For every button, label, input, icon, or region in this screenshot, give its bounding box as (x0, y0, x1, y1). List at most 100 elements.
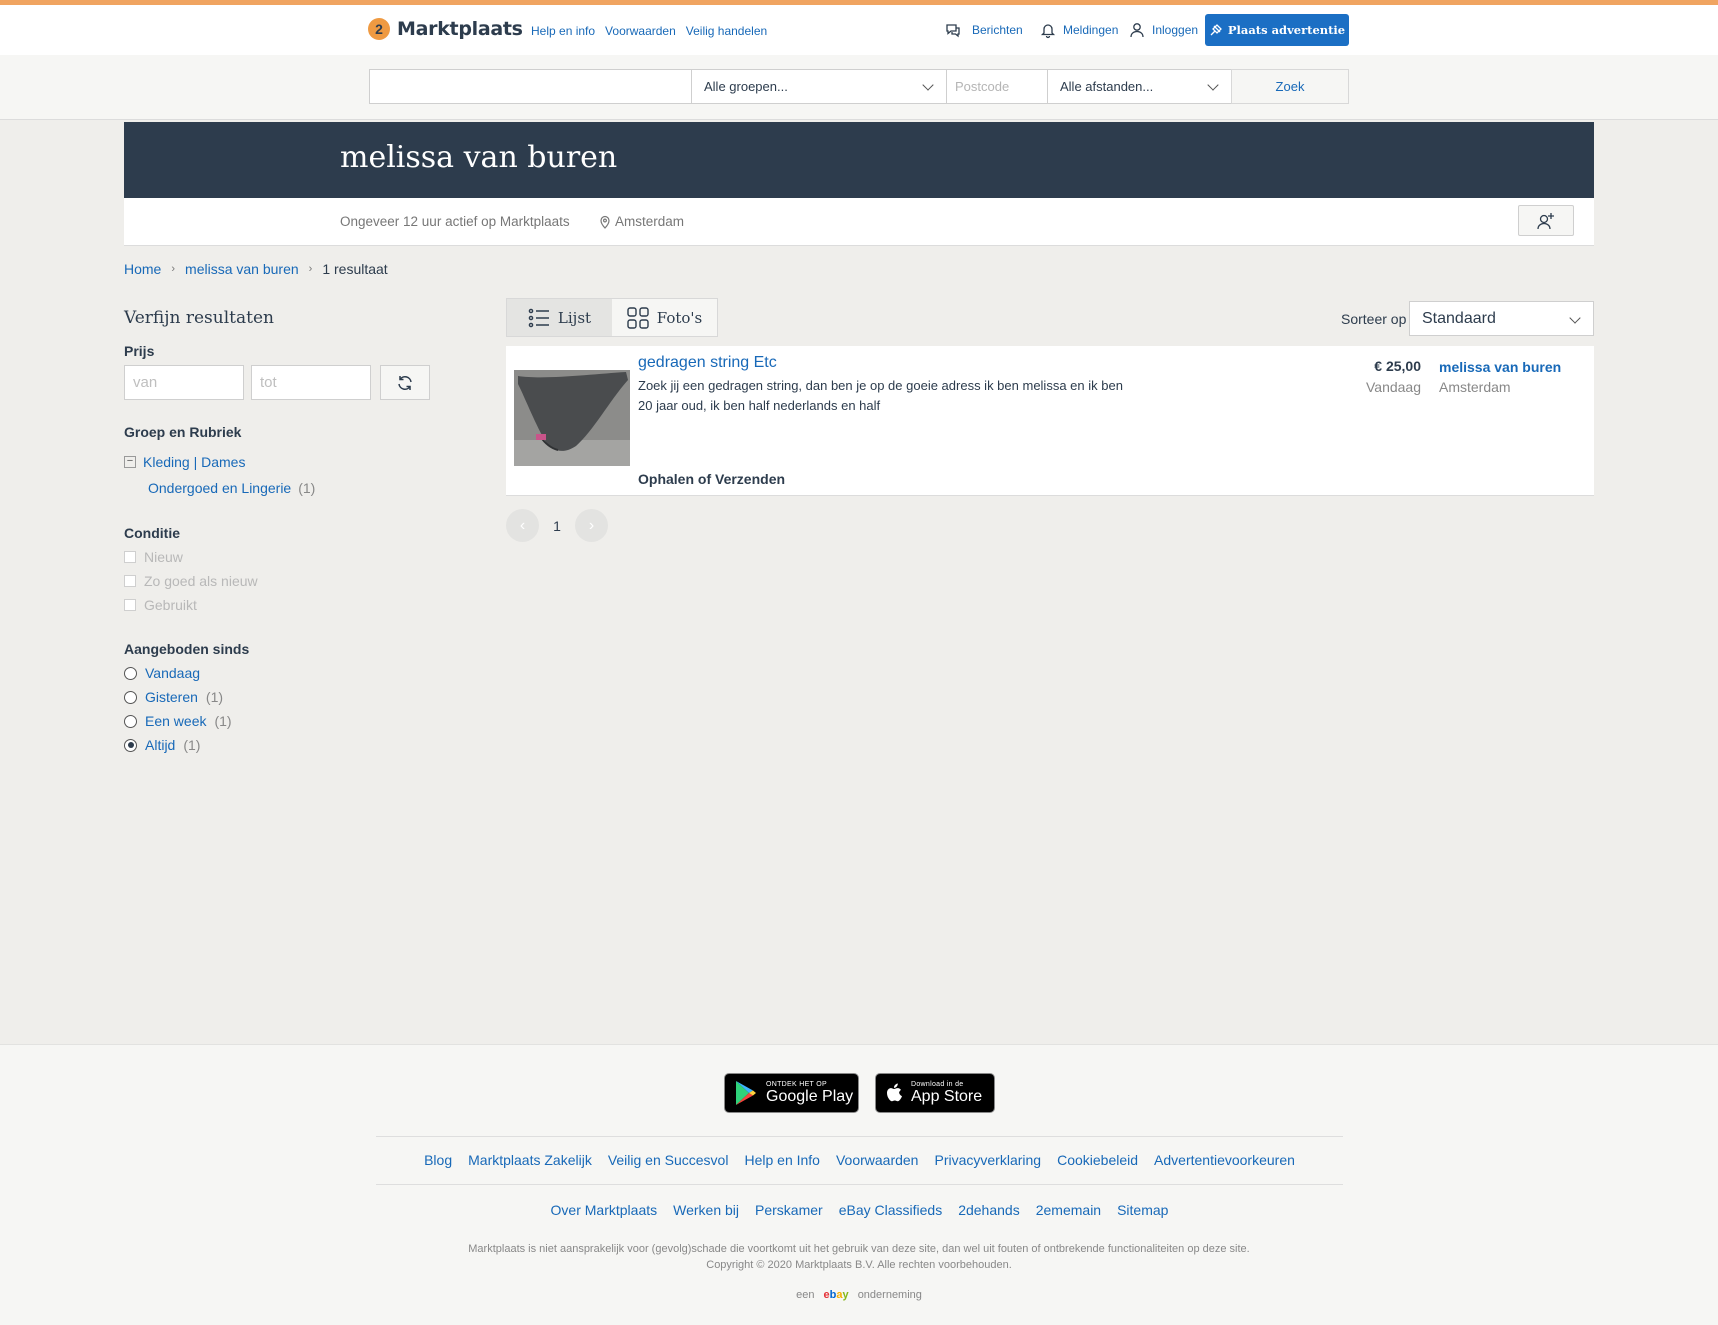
meldingen-link[interactable]: Meldingen (1039, 21, 1118, 39)
footer-link[interactable]: 2ememain (1036, 1202, 1101, 1218)
filter-sidebar: Verfijn resultaten Prijs van tot Groep e… (124, 308, 444, 757)
subcategory-row[interactable]: Ondergoed en Lingerie (1) (124, 475, 444, 501)
radio-button-selected[interactable] (124, 738, 137, 752)
next-page-button[interactable]: › (575, 509, 608, 542)
plaats-advertentie-button[interactable]: Plaats advertentie (1205, 14, 1349, 46)
since-option[interactable]: Gisteren (1) (124, 685, 444, 709)
listing-shipping: Ophalen of Verzenden (638, 471, 786, 487)
price-apply-button[interactable] (380, 365, 430, 400)
condition-option[interactable]: Gebruikt (124, 593, 444, 617)
sort-label: Sorteer op (1341, 311, 1407, 327)
page-number[interactable]: 1 (547, 518, 567, 534)
since-label[interactable]: Gisteren (145, 689, 198, 705)
grid-icon (627, 306, 649, 329)
search-button[interactable]: Zoek (1231, 69, 1349, 104)
previous-page-button[interactable]: ‹ (506, 509, 539, 542)
app-store-badge[interactable]: Download in de App Store (875, 1073, 995, 1113)
group-filter-label: Groep en Rubriek (124, 424, 242, 440)
listing-thumbnail[interactable] (514, 370, 630, 466)
breadcrumb: Home › melissa van buren › 1 resultaat (124, 261, 388, 277)
group-select[interactable]: Alle groepen... (691, 69, 947, 104)
footer-link[interactable]: Perskamer (755, 1202, 823, 1218)
follow-seller-button[interactable] (1518, 205, 1574, 236)
listing-title[interactable]: gedragen string Etc (638, 354, 777, 372)
chevron-down-icon (1207, 79, 1219, 91)
footer-link[interactable]: Privacyverklaring (934, 1152, 1041, 1168)
footer-link[interactable]: eBay Classifieds (839, 1202, 943, 1218)
category-row[interactable]: − Kleding | Dames (124, 449, 444, 475)
add-user-icon (1537, 212, 1554, 229)
since-label[interactable]: Vandaag (145, 665, 200, 681)
checkbox[interactable] (124, 575, 136, 587)
footer-link[interactable]: Veilig en Succesvol (608, 1152, 729, 1168)
footer-link[interactable]: 2dehands (958, 1202, 1020, 1218)
marktplaats-logo[interactable]: 2 Marktplaats (368, 18, 523, 40)
nav-veilig-handelen[interactable]: Veilig handelen (686, 24, 767, 38)
distance-select-value: Alle afstanden... (1060, 79, 1154, 94)
condition-option[interactable]: Nieuw (124, 545, 444, 569)
since-option[interactable]: Altijd (1) (124, 733, 444, 757)
condition-option[interactable]: Zo goed als nieuw (124, 569, 444, 593)
footer-link[interactable]: Marktplaats Zakelijk (468, 1152, 592, 1168)
chevron-right-icon: › (308, 263, 313, 275)
breadcrumb-current: 1 resultaat (322, 261, 388, 277)
footer-link[interactable]: Sitemap (1117, 1202, 1168, 1218)
since-label[interactable]: Een week (145, 713, 206, 729)
apple-icon (887, 1083, 902, 1102)
app-store-small: Download in de (911, 1080, 964, 1088)
app-store-big: App Store (911, 1087, 983, 1105)
breadcrumb-seller[interactable]: melissa van buren (185, 261, 299, 277)
footer-link[interactable]: Werken bij (673, 1202, 739, 1218)
profile-name: melissa van buren (340, 140, 618, 175)
subcategory-count: (1) (298, 480, 316, 496)
postcode-input[interactable]: Postcode (946, 69, 1048, 104)
berichten-link[interactable]: Berichten (944, 21, 1023, 39)
since-count: (1) (214, 713, 232, 729)
radio-button[interactable] (124, 666, 137, 680)
collapse-icon[interactable]: − (124, 456, 136, 468)
chevron-down-icon (1569, 312, 1581, 324)
footer-link[interactable]: Over Marktplaats (551, 1202, 658, 1218)
price-to-input[interactable]: tot (251, 365, 371, 400)
footer-link[interactable]: Advertentievoorkeuren (1154, 1152, 1295, 1168)
location-pin-icon (600, 215, 610, 229)
category-kleding-dames[interactable]: Kleding | Dames (143, 454, 245, 470)
group-select-value: Alle groepen... (704, 79, 788, 94)
sort-select[interactable]: Standaard (1409, 301, 1594, 336)
breadcrumb-home[interactable]: Home (124, 261, 161, 277)
distance-select[interactable]: Alle afstanden... (1047, 69, 1232, 104)
active-since: Ongeveer 12 uur actief op Marktplaats (340, 214, 570, 229)
listing-price: € 25,00 (1374, 358, 1421, 374)
checkbox[interactable] (124, 551, 136, 563)
price-from-input[interactable]: van (124, 365, 244, 400)
since-option[interactable]: Vandaag (124, 661, 444, 685)
checkbox[interactable] (124, 599, 136, 611)
search-input[interactable] (369, 69, 692, 104)
listing-seller[interactable]: melissa van buren (1439, 359, 1561, 375)
since-option[interactable]: Een week (1) (124, 709, 444, 733)
inloggen-link[interactable]: Inloggen (1128, 21, 1198, 39)
footer-link[interactable]: Voorwaarden (836, 1152, 919, 1168)
footer-links-primary: Blog Marktplaats Zakelijk Veilig en Succ… (376, 1152, 1343, 1168)
pin-icon (1210, 24, 1222, 36)
since-filter-label: Aangeboden sinds (124, 641, 250, 657)
nav-help[interactable]: Help en info (531, 24, 595, 38)
pagination: ‹ 1 › (506, 509, 608, 542)
footer-link[interactable]: Blog (424, 1152, 452, 1168)
een-text: een (796, 1289, 815, 1301)
since-label[interactable]: Altijd (145, 737, 175, 753)
logo-text: Marktplaats (397, 18, 523, 40)
photo-view-button[interactable]: Foto's (612, 299, 717, 336)
google-play-icon (736, 1081, 756, 1105)
user-icon (1130, 23, 1144, 38)
list-view-button[interactable]: Lijst (507, 299, 612, 336)
subcategory-ondergoed[interactable]: Ondergoed en Lingerie (148, 480, 291, 496)
radio-button[interactable] (124, 714, 137, 728)
condition-label: Zo goed als nieuw (144, 573, 258, 589)
google-play-badge[interactable]: ONTDEK HET OP Google Play (724, 1073, 859, 1113)
nav-voorwaarden[interactable]: Voorwaarden (605, 24, 676, 38)
radio-button[interactable] (124, 690, 137, 704)
footer-link[interactable]: Help en Info (744, 1152, 820, 1168)
footer-link[interactable]: Cookiebeleid (1057, 1152, 1138, 1168)
listing-card[interactable]: gedragen string Etc Zoek jij een gedrage… (506, 346, 1594, 496)
